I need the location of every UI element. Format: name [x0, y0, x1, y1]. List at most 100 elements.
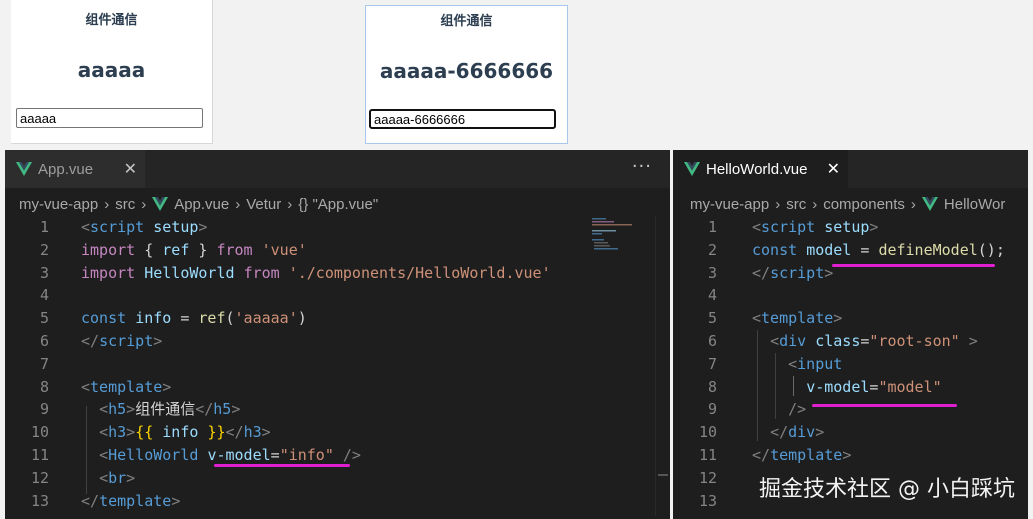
- code-token: />: [333, 445, 361, 464]
- code-token: info: [135, 309, 172, 328]
- code-token: v-model: [806, 377, 870, 396]
- line-number: 3: [707, 263, 717, 282]
- code-text: <template>: [752, 307, 842, 330]
- line-number: 6: [707, 331, 717, 350]
- code-token: div: [788, 423, 816, 442]
- code-text: import HelloWorld from './components/Hel…: [81, 262, 551, 285]
- chevron-right-icon: ›: [287, 195, 293, 213]
- line-number: 11: [30, 445, 49, 464]
- code-token: >: [153, 331, 163, 350]
- code-token: class: [815, 331, 861, 350]
- preview-text-input-focused[interactable]: [369, 109, 556, 129]
- code-token: "model": [878, 377, 942, 396]
- code-token: h5: [108, 400, 127, 419]
- tab-label: HelloWorld.vue: [706, 160, 808, 178]
- code-token: "root-son": [869, 331, 960, 350]
- code-token: HelloWorld: [144, 263, 235, 282]
- highlight-underline: [832, 264, 995, 267]
- code-token: br: [108, 468, 127, 487]
- tab-bar: HelloWorld.vue ✕: [673, 150, 1028, 188]
- close-icon[interactable]: ✕: [124, 159, 137, 179]
- editor-pane-helloworld-vue: HelloWorld.vue ✕ my-vue-app › src › comp…: [673, 150, 1028, 519]
- code-token: setup: [153, 218, 199, 236]
- line-number: 12: [30, 468, 49, 487]
- breadcrumb-item[interactable]: my-vue-app: [19, 196, 98, 213]
- code-token: ();: [977, 240, 1005, 259]
- code-token: <: [788, 354, 798, 373]
- close-icon[interactable]: ✕: [827, 159, 840, 179]
- editor-pane-app-vue: App.vue ✕ ··· my-vue-app › src › App.vue…: [5, 150, 670, 519]
- vertical-scrollbar[interactable]: [655, 216, 670, 516]
- breadcrumb-item[interactable]: src: [115, 196, 135, 213]
- code-token: >: [162, 377, 172, 396]
- code-token: </: [81, 331, 100, 350]
- code-text: <div class="root-son" >: [752, 330, 978, 353]
- breadcrumb-item[interactable]: my-vue-app: [690, 196, 769, 213]
- code-token: 'vue': [261, 240, 307, 259]
- code-text: <template>: [81, 376, 171, 399]
- code-text: const info = ref('aaaaa'): [81, 307, 307, 330]
- line-number: 10: [698, 423, 717, 442]
- indent-guide: [775, 353, 776, 419]
- line-number: 7: [39, 354, 49, 373]
- code-token: <: [752, 218, 762, 236]
- line-number: 7: [707, 354, 717, 373]
- preview-text-input[interactable]: [16, 108, 203, 128]
- code-token: defineModel: [878, 240, 978, 259]
- tab-app-vue[interactable]: App.vue ✕: [5, 150, 145, 188]
- line-number: 6: [39, 331, 49, 350]
- code-token: <: [99, 423, 109, 442]
- code-token: input: [797, 354, 843, 373]
- breadcrumb-item[interactable]: Vetur: [246, 196, 281, 213]
- vue-file-icon: [16, 162, 32, 176]
- breadcrumb: my-vue-app › src › App.vue › Vetur › {} …: [19, 194, 378, 214]
- code-token: <: [770, 331, 780, 350]
- code-token: './components/HelloWorld.vue': [288, 263, 551, 282]
- tab-helloworld-vue[interactable]: HelloWorld.vue ✕: [673, 150, 848, 188]
- vue-file-icon: [684, 162, 700, 176]
- more-actions-icon[interactable]: ···: [632, 156, 652, 177]
- code-token: </: [81, 491, 100, 510]
- breadcrumb-item[interactable]: HelloWor: [944, 196, 1005, 213]
- code-token: const: [752, 240, 798, 259]
- breadcrumb-item[interactable]: App.vue: [174, 196, 229, 213]
- minimap[interactable]: [590, 216, 660, 516]
- code-token: template: [761, 309, 834, 328]
- breadcrumb-item[interactable]: src: [786, 196, 806, 213]
- chevron-right-icon: ›: [812, 195, 818, 213]
- code-token: >: [842, 445, 852, 464]
- preview-panel-left: 组件通信 aaaaa: [11, 0, 213, 144]
- code-token: h5: [213, 400, 232, 419]
- code-token: </: [752, 263, 771, 282]
- vue-file-icon: [921, 197, 938, 211]
- line-number: 11: [698, 445, 717, 464]
- code-token: script: [770, 263, 825, 282]
- vue-file-icon: [152, 197, 169, 211]
- indent-guide: [86, 406, 87, 494]
- code-text: import { ref } from 'vue': [81, 239, 307, 262]
- line-number: 2: [39, 240, 49, 259]
- code-token: info: [153, 423, 208, 442]
- breadcrumb-item[interactable]: components: [823, 196, 905, 213]
- code-token: h3: [108, 423, 127, 442]
- code-token: import: [81, 240, 136, 259]
- code-token: import: [81, 263, 136, 282]
- code-token: model: [806, 240, 852, 259]
- code-token: </: [225, 423, 244, 442]
- code-token: "info": [279, 445, 334, 464]
- line-number: 8: [707, 377, 717, 396]
- code-token: ref: [162, 240, 190, 259]
- breadcrumb-item[interactable]: {} "App.vue": [298, 196, 378, 213]
- code-token: >: [959, 331, 978, 350]
- code-token: from: [216, 240, 253, 259]
- code-token: template: [770, 445, 843, 464]
